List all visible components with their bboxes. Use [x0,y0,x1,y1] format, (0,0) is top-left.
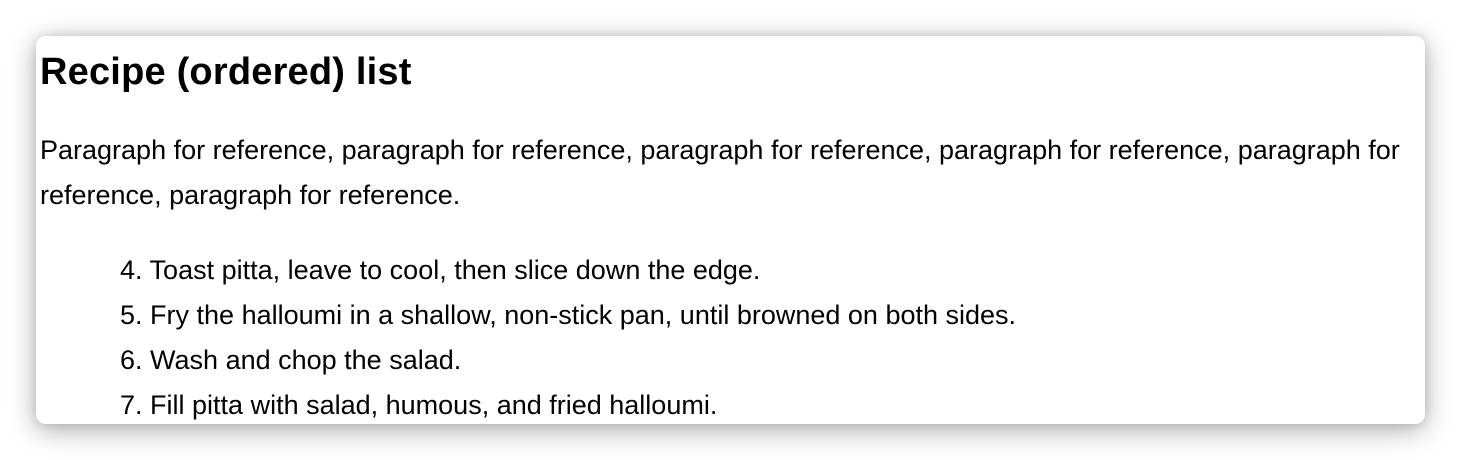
step-text: Fill pitta with salad, humous, and fried… [150,390,718,420]
list-item: 5. Fry the halloumi in a shallow, non-st… [120,293,1016,338]
step-text: Toast pitta, leave to cool, then slice d… [149,255,761,285]
content-card: Recipe (ordered) list Paragraph for refe… [36,36,1425,424]
step-number: 7. [120,390,143,420]
step-number: 6. [120,345,143,375]
reference-paragraph: Paragraph for reference, paragraph for r… [40,135,1400,210]
step-text: Wash and chop the salad. [150,345,462,375]
list-item: 7. Fill pitta with salad, humous, and fr… [120,383,1016,424]
recipe-steps-list: 4. Toast pitta, leave to cool, then slic… [120,248,1016,424]
page-heading: Recipe (ordered) list [40,51,412,93]
step-number: 4. [120,255,143,285]
step-text: Fry the halloumi in a shallow, non-stick… [150,300,1017,330]
list-item: 6. Wash and chop the salad. [120,338,1016,383]
step-number: 5. [120,300,143,330]
list-item: 4. Toast pitta, leave to cool, then slic… [120,248,1016,293]
